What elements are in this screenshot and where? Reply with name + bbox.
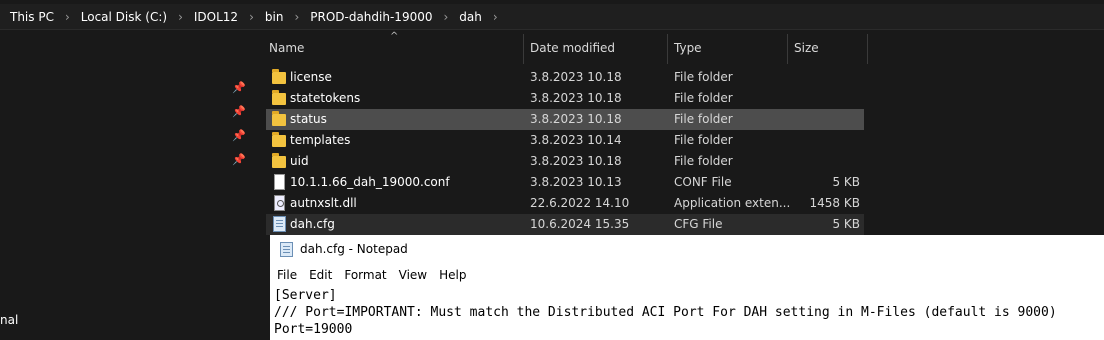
column-divider[interactable] (667, 34, 668, 64)
file-name: status (290, 112, 327, 126)
navigation-pane (0, 34, 258, 340)
file-date: 22.6.2022 14.10 (530, 196, 630, 210)
column-header: Name Date modified Type Size (258, 34, 868, 64)
address-bar: This PC › Local Disk (C:) › IDOL12 › bin… (0, 0, 1104, 34)
folder-icon (272, 90, 286, 105)
file-date: 3.8.2023 10.14 (530, 133, 622, 147)
folder-icon (272, 111, 286, 126)
file-name: dah.cfg (290, 217, 335, 231)
file-type: File folder (674, 70, 733, 84)
chevron-right-icon[interactable]: › (294, 10, 299, 24)
column-divider[interactable] (867, 34, 868, 64)
pin-icon[interactable]: 📌 (232, 81, 246, 95)
document-icon (274, 174, 285, 190)
file-type: File folder (674, 133, 733, 147)
breadcrumb-item[interactable]: bin (265, 10, 284, 24)
file-row[interactable]: autnxslt.dll 22.6.2022 14.10 Application… (266, 193, 864, 214)
file-row-selected[interactable]: status 3.8.2023 10.18 File folder (266, 109, 864, 130)
file-name: statetokens (290, 91, 361, 105)
notepad-title-bar[interactable]: dah.cfg - Notepad (270, 235, 1104, 263)
menu-help[interactable]: Help (433, 265, 472, 285)
file-row[interactable]: 10.1.1.66_dah_19000.conf 3.8.2023 10.13 … (266, 172, 864, 193)
column-size[interactable]: Size (794, 41, 819, 55)
file-size: 5 KB (832, 175, 860, 189)
notepad-title: dah.cfg - Notepad (300, 242, 408, 256)
notepad-text-area[interactable]: [Server] /// Port=IMPORTANT: Must match … (274, 287, 1102, 338)
menu-format[interactable]: Format (338, 265, 392, 285)
pin-icon[interactable]: 📌 (232, 129, 246, 143)
text-line: /// Port=IMPORTANT: Must match the Distr… (274, 305, 1057, 320)
breadcrumb-item[interactable]: IDOL12 (194, 10, 238, 24)
file-date: 3.8.2023 10.13 (530, 175, 622, 189)
file-name: license (290, 70, 332, 84)
text-line: Port=19000 (274, 322, 353, 337)
chevron-right-icon[interactable]: › (178, 10, 183, 24)
column-divider[interactable] (523, 34, 524, 64)
chevron-right-icon[interactable]: › (65, 10, 70, 24)
breadcrumb-item[interactable]: Local Disk (C:) (81, 10, 167, 24)
chevron-right-icon[interactable]: › (493, 10, 498, 24)
file-date: 3.8.2023 10.18 (530, 112, 622, 126)
file-row[interactable]: license 3.8.2023 10.18 File folder (266, 67, 864, 88)
column-name[interactable]: Name (269, 41, 304, 55)
file-row[interactable]: uid 3.8.2023 10.18 File folder (266, 151, 864, 172)
file-date: 3.8.2023 10.18 (530, 154, 622, 168)
notepad-menu-bar: File Edit Format View Help (270, 265, 472, 285)
folder-icon (272, 69, 286, 84)
pin-icon[interactable]: 📌 (232, 105, 246, 119)
file-date: 3.8.2023 10.18 (530, 91, 622, 105)
folder-icon (272, 153, 286, 168)
menu-file[interactable]: File (270, 265, 303, 285)
file-name: uid (290, 154, 309, 168)
chevron-right-icon[interactable]: › (249, 10, 254, 24)
cfg-file-icon (273, 216, 286, 232)
file-row[interactable]: templates 3.8.2023 10.14 File folder (266, 130, 864, 151)
breadcrumb-item[interactable]: This PC (10, 10, 54, 24)
file-size: 5 KB (832, 217, 860, 231)
file-type: File folder (674, 154, 733, 168)
file-date: 10.6.2024 15.35 (530, 217, 630, 231)
breadcrumb[interactable]: This PC › Local Disk (C:) › IDOL12 › bin… (0, 4, 1104, 30)
file-name: templates (290, 133, 351, 147)
menu-edit[interactable]: Edit (303, 265, 338, 285)
file-type: CONF File (674, 175, 732, 189)
file-type: CFG File (674, 217, 723, 231)
notepad-window: dah.cfg - Notepad File Edit Format View … (270, 235, 1104, 340)
column-divider[interactable] (787, 34, 788, 64)
file-type: File folder (674, 112, 733, 126)
file-type: Application exten... (674, 196, 791, 210)
column-type[interactable]: Type (674, 41, 702, 55)
chevron-right-icon[interactable]: › (443, 10, 448, 24)
breadcrumb-item[interactable]: dah (459, 10, 482, 24)
file-type: File folder (674, 91, 733, 105)
breadcrumb-item[interactable]: PROD-dahdih-19000 (310, 10, 432, 24)
folder-icon (272, 132, 286, 147)
pin-icon[interactable]: 📌 (232, 153, 246, 167)
file-name: autnxslt.dll (290, 196, 357, 210)
file-row[interactable]: dah.cfg 10.6.2024 15.35 CFG File 5 KB (266, 214, 864, 235)
menu-view[interactable]: View (393, 265, 433, 285)
file-date: 3.8.2023 10.18 (530, 70, 622, 84)
sort-ascending-icon: ^ (390, 31, 399, 42)
dll-icon (274, 195, 285, 211)
file-name: 10.1.1.66_dah_19000.conf (290, 175, 450, 189)
file-size: 1458 KB (809, 196, 860, 210)
nav-item-label[interactable]: nal (0, 313, 18, 327)
text-line: [Server] (274, 288, 337, 303)
file-row[interactable]: statetokens 3.8.2023 10.18 File folder (266, 88, 864, 109)
column-date[interactable]: Date modified (530, 41, 615, 55)
notepad-icon (280, 242, 293, 257)
